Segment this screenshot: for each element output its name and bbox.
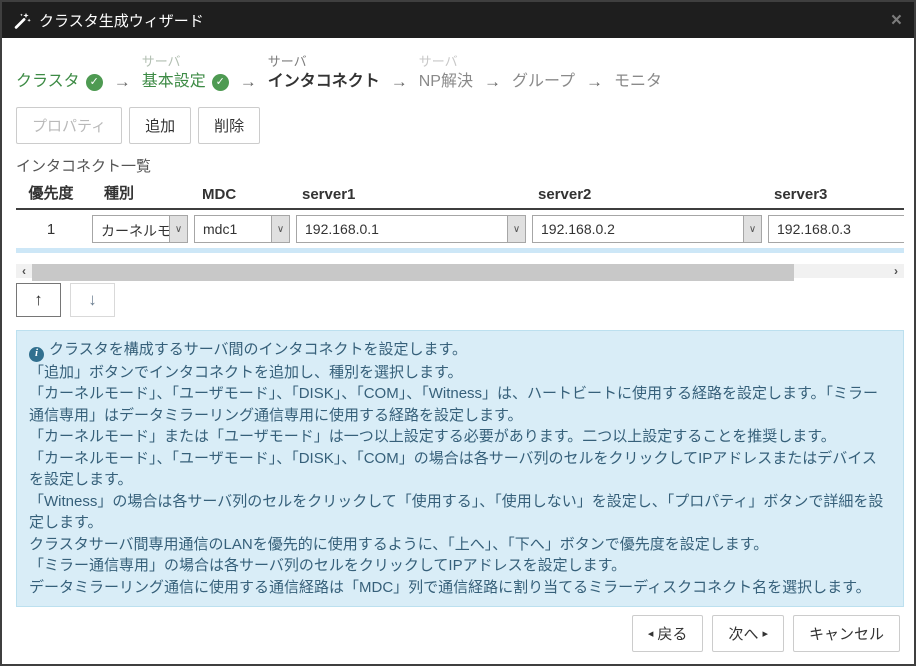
- move-down-button[interactable]: ↓: [70, 283, 115, 317]
- info-line: クラスタサーバ間専用通信のLANを優先的に使用するように、「上へ」、「下へ」ボタ…: [29, 534, 891, 556]
- server3-select[interactable]: 10.0.0.3 ∨: [768, 253, 904, 254]
- dialog-title: クラスタ生成ウィザード: [39, 10, 204, 31]
- chevron-down-icon: ∨: [507, 216, 525, 242]
- step-np-resolution[interactable]: サーバ NP解決: [419, 52, 473, 93]
- step-label: インタコネクト: [268, 71, 380, 93]
- step-label: 基本設定: [142, 71, 206, 93]
- interconnect-table: 優先度 種別 MDC server1 server2 server3 1 カーネ…: [16, 182, 904, 253]
- chevron-down-icon: ∨: [271, 216, 289, 242]
- check-circle-icon: ✓: [86, 74, 103, 91]
- header-type: 種別: [92, 182, 188, 203]
- info-line: 「追加」ボタンでインタコネクトを追加し、種別を選択します。: [29, 362, 891, 384]
- step-sublabel: サーバ: [268, 52, 380, 71]
- arrow-right-icon: →: [484, 71, 501, 93]
- up-arrow-icon: ↑: [34, 290, 43, 310]
- step-label: NP解決: [419, 71, 473, 93]
- server3-select[interactable]: 192.168.0.3 ∨: [768, 215, 904, 243]
- magic-wand-icon: [14, 12, 31, 29]
- property-button[interactable]: プロパティ: [16, 107, 122, 144]
- step-group[interactable]: グループ: [512, 52, 575, 93]
- interconnect-list-caption: インタコネクト一覧: [16, 155, 900, 176]
- arrow-right-icon: →: [391, 71, 408, 93]
- remove-button[interactable]: 削除: [198, 107, 260, 144]
- header-mdc: MDC: [194, 186, 290, 203]
- priority-controls: ↑ ↓: [16, 283, 900, 317]
- info-line: クラスタを構成するサーバ間のインタコネクトを設定します。: [49, 341, 467, 358]
- dialog-body: クラスタ ✓ → サーバ 基本設定 ✓ → サーバ インタコネクト →: [2, 38, 914, 664]
- arrow-right-icon: →: [240, 71, 257, 93]
- step-sublabel: サーバ: [419, 52, 473, 71]
- info-line: 「ミラー通信専用」の場合は各サーバ列のセルをクリックしてIPアドレスを設定します…: [29, 555, 891, 577]
- server2-select[interactable]: 192.168.0.2 ∨: [532, 215, 762, 243]
- table-row[interactable]: 2 カーネルモード ∨ 使用しない ∨ 10.0.0.1 ∨ 10.0.0.2 …: [16, 248, 904, 253]
- wizard-breadcrumb: クラスタ ✓ → サーバ 基本設定 ✓ → サーバ インタコネクト →: [16, 52, 900, 93]
- info-line: 「カーネルモード」または「ユーザモード」は一つ以上設定する必要があります。二つ以…: [29, 426, 891, 448]
- info-panel: i クラスタを構成するサーバ間のインタコネクトを設定します。 「追加」ボタンでイン…: [16, 330, 904, 607]
- close-icon[interactable]: ×: [891, 11, 902, 30]
- info-line: 「カーネルモード」、「ユーザモード」、「DISK」、「COM」、「Witness…: [29, 383, 891, 426]
- arrow-right-icon: →: [586, 71, 603, 93]
- step-label: クラスタ: [16, 71, 80, 93]
- footer: ◂ 戻る 次へ ▸ キャンセル: [16, 607, 900, 652]
- move-up-button[interactable]: ↑: [16, 283, 61, 317]
- scroll-left-icon[interactable]: ‹: [16, 264, 32, 278]
- chevron-down-icon: ∨: [169, 216, 187, 242]
- step-label: グループ: [512, 71, 575, 93]
- type-select[interactable]: カーネルモード ∨: [92, 253, 188, 254]
- server1-select[interactable]: 192.168.0.1 ∨: [296, 215, 526, 243]
- add-button[interactable]: 追加: [129, 107, 191, 144]
- header-server2: server2: [532, 186, 762, 203]
- header-server1: server1: [296, 186, 526, 203]
- next-button[interactable]: 次へ ▸: [712, 615, 784, 652]
- chevron-down-icon: ∨: [743, 216, 761, 242]
- info-line: 「Witness」の場合は各サーバ列のセルをクリックして「使用する」、「使用しな…: [29, 491, 891, 534]
- titlebar: クラスタ生成ウィザード ×: [2, 2, 914, 38]
- down-arrow-icon: ↓: [88, 290, 97, 310]
- horizontal-scrollbar[interactable]: ‹ ›: [16, 264, 904, 278]
- cluster-wizard-dialog: クラスタ生成ウィザード × クラスタ ✓ → サーバ 基本設定 ✓ →: [0, 0, 916, 666]
- info-icon: i: [29, 347, 44, 362]
- step-label: モニタ: [614, 71, 662, 93]
- mdc-select[interactable]: 使用しない ∨: [194, 253, 290, 254]
- info-line: 「カーネルモード」、「ユーザモード」、「DISK」、「COM」の場合は各サーバ列…: [29, 448, 891, 491]
- server2-select[interactable]: 10.0.0.2 ∨: [532, 253, 762, 254]
- step-basic-settings[interactable]: サーバ 基本設定 ✓: [142, 52, 229, 93]
- back-button[interactable]: ◂ 戻る: [632, 615, 704, 652]
- table-header-row: 優先度 種別 MDC server1 server2 server3: [16, 182, 904, 210]
- back-triangle-icon: ◂: [648, 627, 654, 640]
- toolbar: プロパティ 追加 削除: [16, 107, 900, 144]
- type-select[interactable]: カーネルモード ∨: [92, 215, 188, 243]
- mdc-select[interactable]: mdc1 ∨: [194, 215, 290, 243]
- info-line: データミラーリング通信に使用する通信経路は「MDC」列で通信経路に割り当てるミラ…: [29, 577, 891, 599]
- cancel-button[interactable]: キャンセル: [793, 615, 900, 652]
- arrow-right-icon: →: [114, 71, 131, 93]
- scroll-right-icon[interactable]: ›: [888, 264, 904, 278]
- step-cluster[interactable]: クラスタ ✓: [16, 52, 103, 93]
- next-triangle-icon: ▸: [762, 627, 768, 640]
- header-server3: server3: [768, 186, 904, 203]
- step-monitor[interactable]: モニタ: [614, 52, 662, 93]
- step-interconnect[interactable]: サーバ インタコネクト: [268, 52, 380, 93]
- check-circle-icon: ✓: [212, 74, 229, 91]
- scrollbar-track[interactable]: [32, 264, 888, 278]
- table-row[interactable]: 1 カーネルモード ∨ mdc1 ∨ 192.168.0.1 ∨ 192.168…: [16, 210, 904, 248]
- header-priority: 優先度: [16, 182, 86, 203]
- scrollbar-thumb[interactable]: [32, 264, 794, 281]
- step-sublabel: サーバ: [142, 52, 229, 71]
- server1-select[interactable]: 10.0.0.1 ∨: [296, 253, 526, 254]
- priority-value: 1: [16, 221, 86, 238]
